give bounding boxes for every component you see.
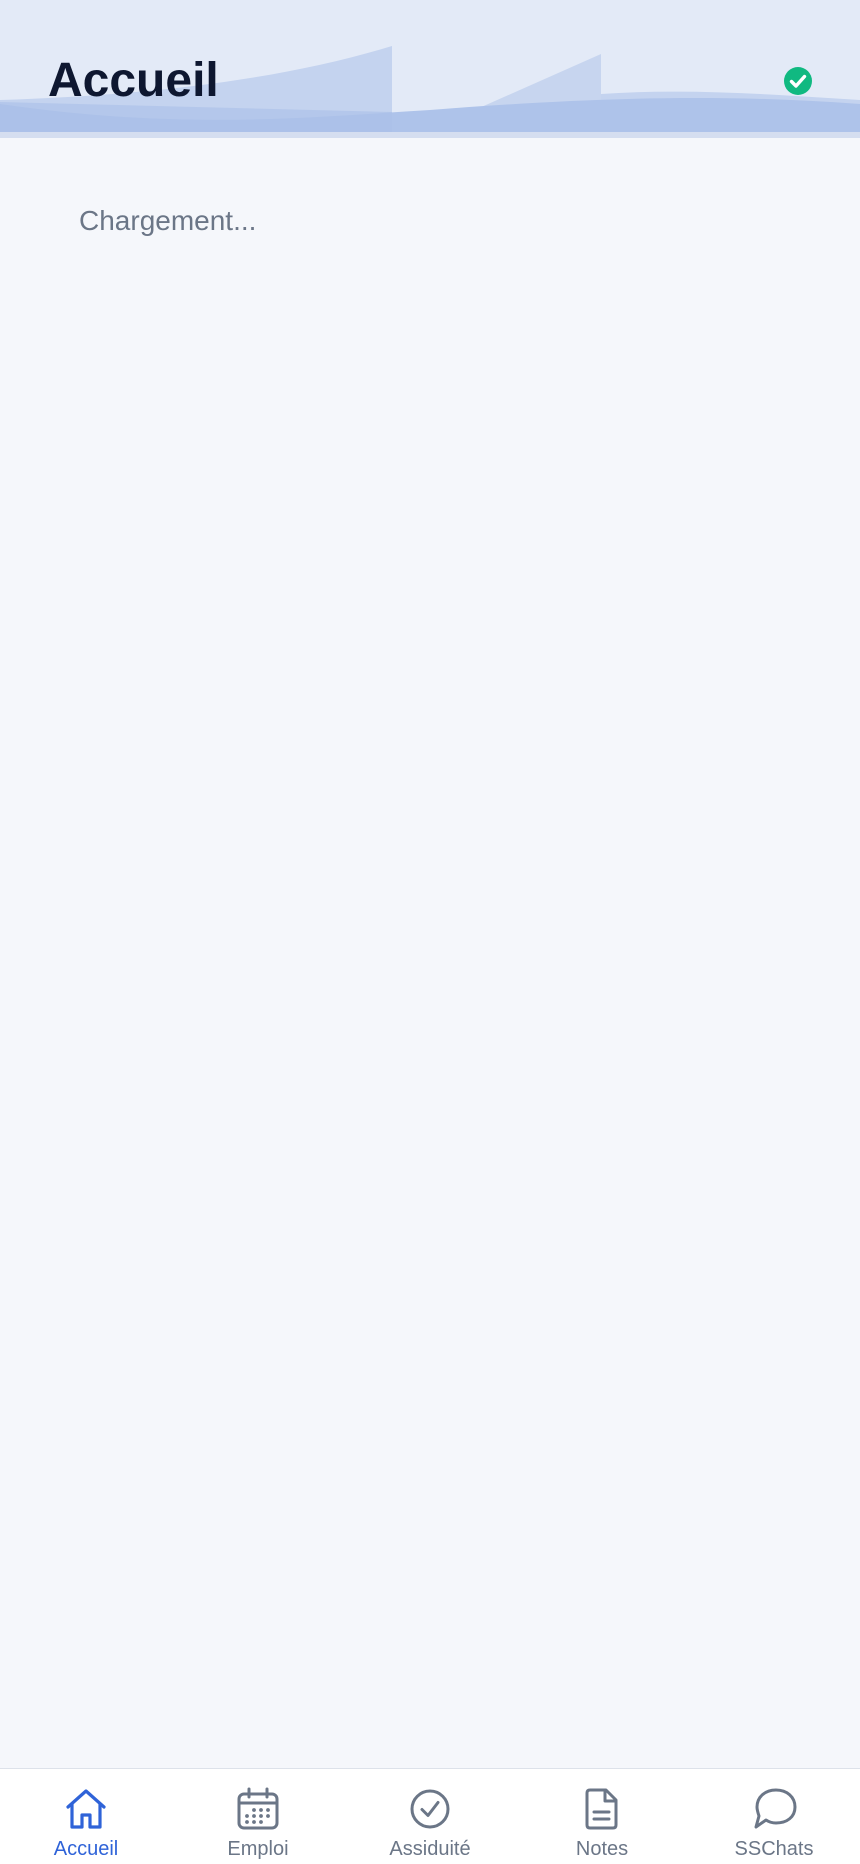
- chat-bubble-icon: [754, 1788, 797, 1829]
- document-icon: [585, 1788, 618, 1830]
- nav-item-emploi[interactable]: Emploi: [172, 1769, 344, 1864]
- check-circle-icon: [784, 67, 812, 95]
- bottom-navigation: Accueil Emploi Assiduité Notes SSChats: [0, 1768, 860, 1864]
- app-screen: Accueil Chargement... Accueil Emploi Ass…: [0, 0, 860, 1864]
- nav-label-sschats: SSChats: [734, 1838, 814, 1860]
- nav-label-accueil: Accueil: [53, 1838, 119, 1860]
- home-icon: [66, 1789, 106, 1829]
- loading-text: Chargement...: [79, 205, 257, 236]
- nav-label-emploi: Emploi: [227, 1838, 289, 1860]
- nav-item-notes[interactable]: Notes: [516, 1769, 688, 1864]
- nav-item-assiduite[interactable]: Assiduité: [344, 1769, 516, 1864]
- check-circle-icon: [410, 1789, 450, 1829]
- nav-label-notes: Notes: [575, 1838, 629, 1860]
- page-title: Accueil: [48, 54, 219, 107]
- nav-item-sschats[interactable]: SSChats: [688, 1769, 860, 1864]
- calendar-icon: [237, 1787, 279, 1830]
- nav-item-accueil[interactable]: Accueil: [0, 1769, 172, 1864]
- nav-label-assiduite: Assiduité: [389, 1838, 471, 1860]
- main-content: Chargement...: [0, 138, 860, 1768]
- page-header: Accueil: [0, 0, 860, 138]
